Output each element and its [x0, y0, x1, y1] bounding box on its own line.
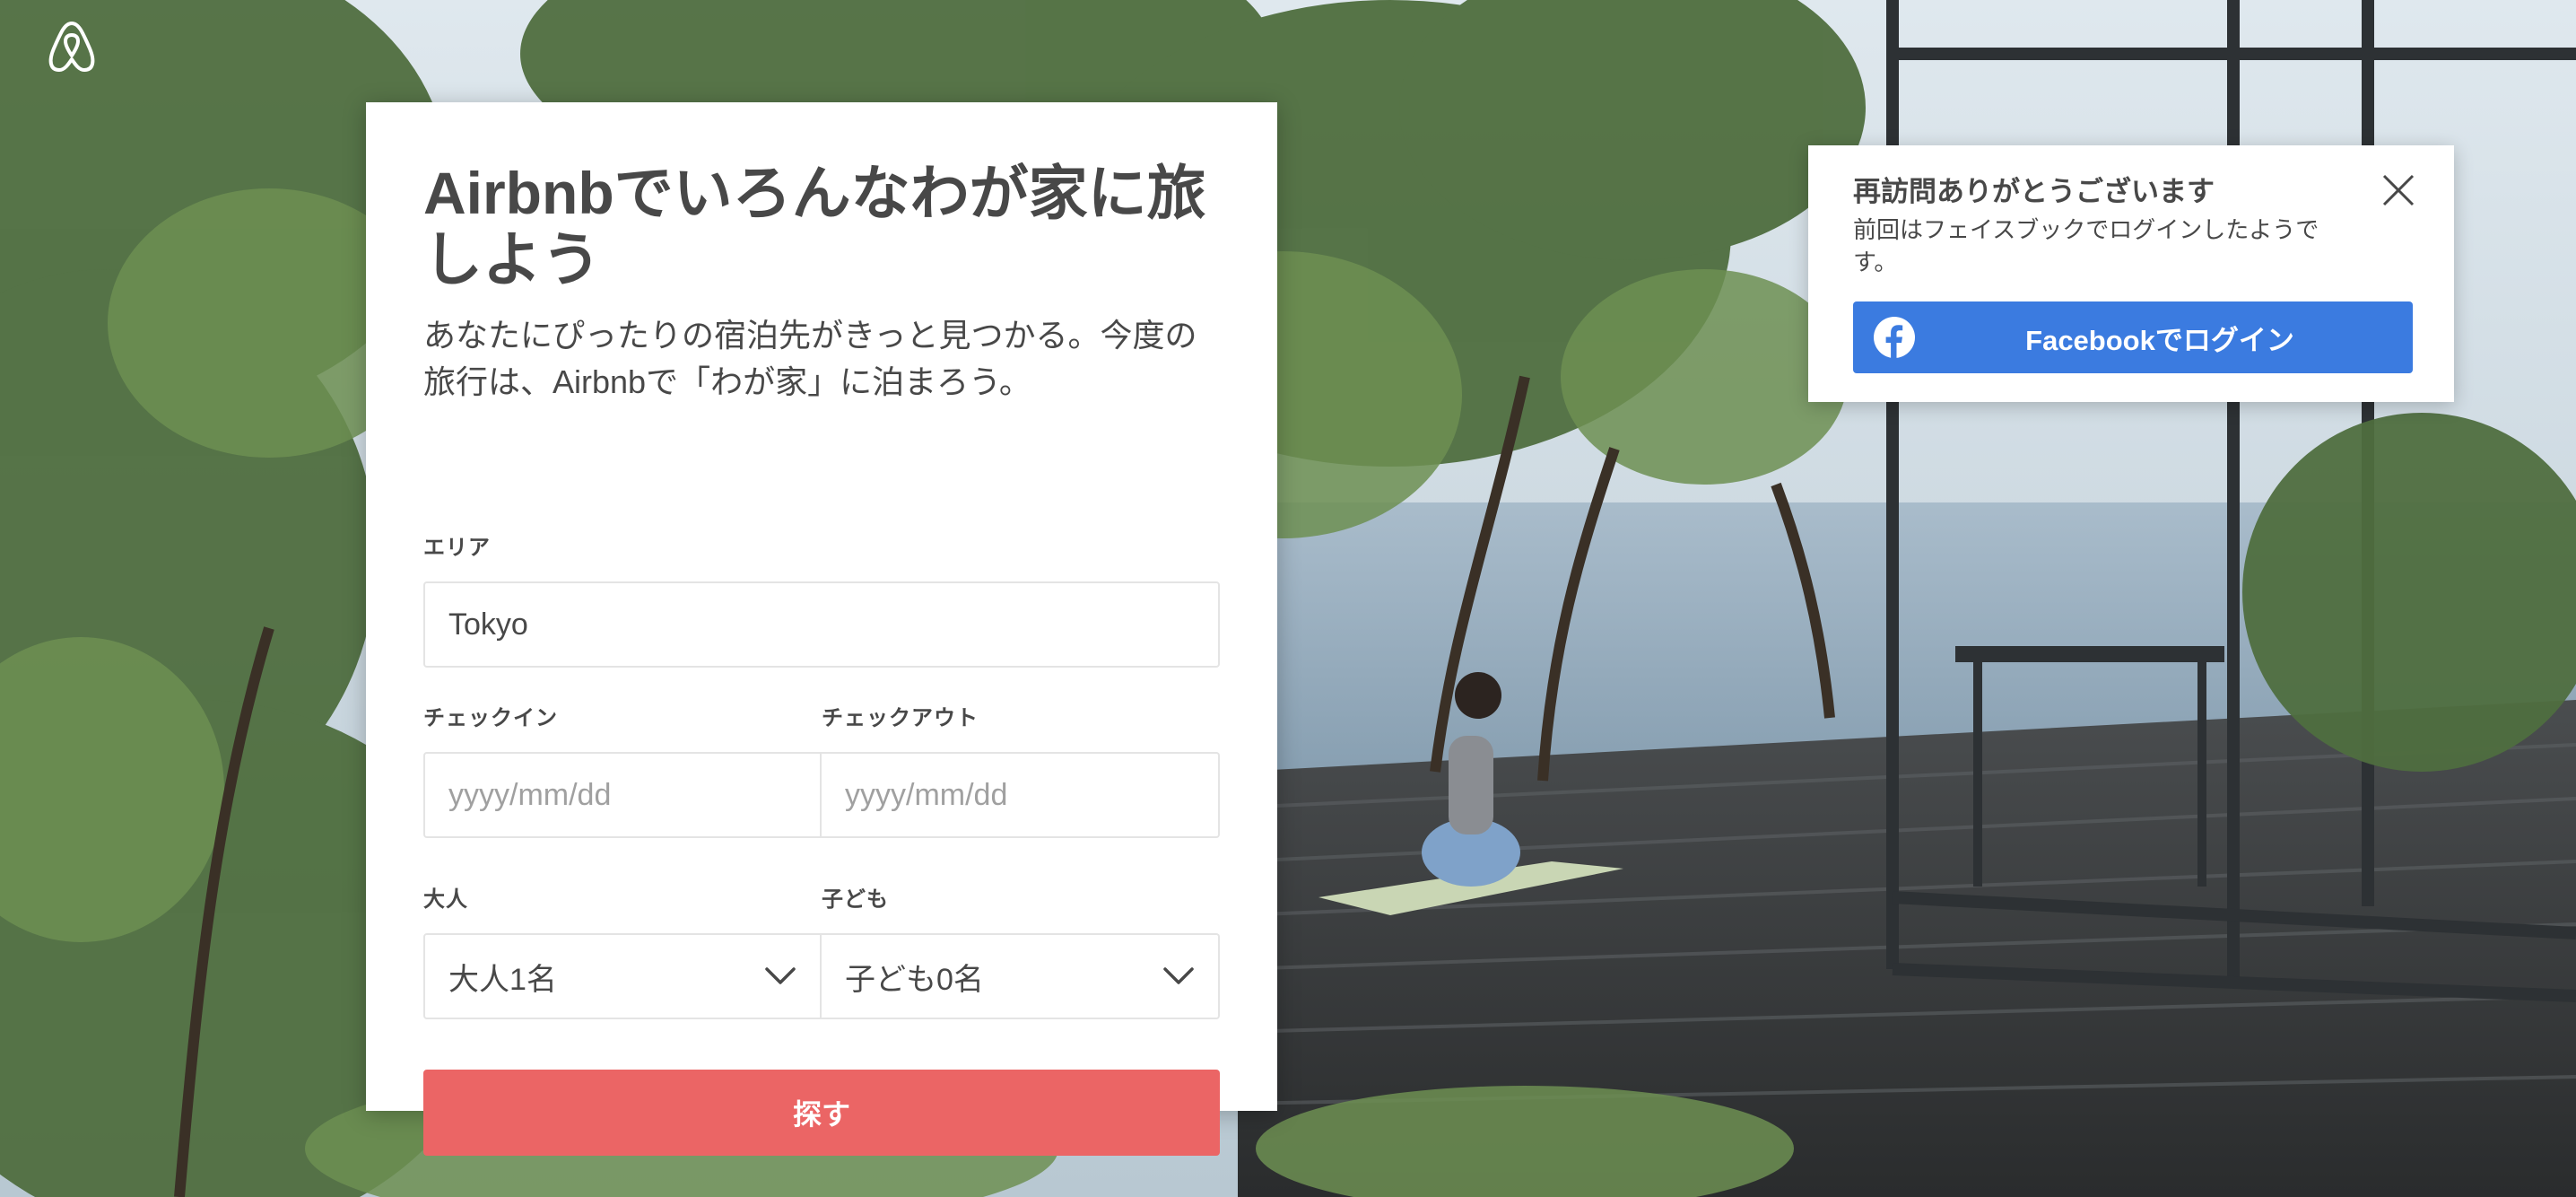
checkin-input[interactable]: yyyy/mm/dd [423, 752, 822, 838]
children-select[interactable]: 子ども0名 [822, 933, 1220, 1019]
checkout-placeholder: yyyy/mm/dd [845, 777, 1008, 812]
page-subtitle: あなたにぴったりの宿泊先がきっと見つかる。今度の旅行は、Airbnbで「わが家」… [423, 317, 1197, 400]
area-field-group: エリア Tokyo [423, 535, 1220, 668]
adults-group: 大人 大人1名 [423, 887, 822, 1019]
search-card: Airbnbでいろんなわが家に旅しよう あなたにぴったりの宿泊先がきっと見つかる… [366, 102, 1277, 1156]
area-value: Tokyo [448, 607, 528, 642]
checkin-group: チェックイン yyyy/mm/dd [423, 705, 822, 838]
checkin-label: チェックイン [423, 706, 558, 730]
airbnb-logo-icon[interactable] [43, 20, 100, 74]
date-fields: チェックイン yyyy/mm/dd チェックアウト yyyy/mm/dd [423, 705, 1220, 838]
welcome-title: 再訪問ありがとうございます [1853, 176, 2215, 207]
area-label: エリア [423, 536, 491, 560]
checkout-input[interactable]: yyyy/mm/dd [822, 752, 1220, 838]
adults-select[interactable]: 大人1名 [423, 933, 822, 1019]
area-input[interactable]: Tokyo [423, 581, 1220, 668]
adults-label: 大人 [423, 887, 468, 912]
children-value: 子ども0名 [845, 962, 984, 997]
page-title: Airbnbでいろんなわが家に旅しよう [423, 160, 1206, 293]
children-label: 子ども [822, 887, 889, 912]
welcome-back-panel: 再訪問ありがとうございます 前回はフェイスブックでログインしたようです。 Fac… [1808, 145, 2454, 402]
checkin-placeholder: yyyy/mm/dd [448, 777, 612, 812]
chevron-down-icon [1163, 967, 1194, 984]
facebook-login-label: Facebookでログイン [2025, 324, 2294, 356]
chevron-down-icon [765, 967, 796, 984]
facebook-icon [1874, 317, 1915, 358]
adults-value: 大人1名 [448, 962, 557, 997]
search-button[interactable]: 探す [423, 1070, 1220, 1156]
children-group: 子ども 子ども0名 [822, 887, 1220, 1019]
welcome-text: 前回はフェイスブックでログインしたようです。 [1853, 216, 2319, 275]
page: Airbnbでいろんなわが家に旅しよう あなたにぴったりの宿泊先がきっと見つかる… [0, 0, 2576, 1197]
checkout-label: チェックアウト [822, 706, 979, 730]
guest-fields: 大人 大人1名 子ども 子ども0名 [423, 887, 1220, 1019]
facebook-login-button[interactable]: Facebookでログイン [1853, 301, 2413, 373]
close-icon[interactable] [2380, 172, 2416, 208]
checkout-group: チェックアウト yyyy/mm/dd [822, 705, 1220, 838]
